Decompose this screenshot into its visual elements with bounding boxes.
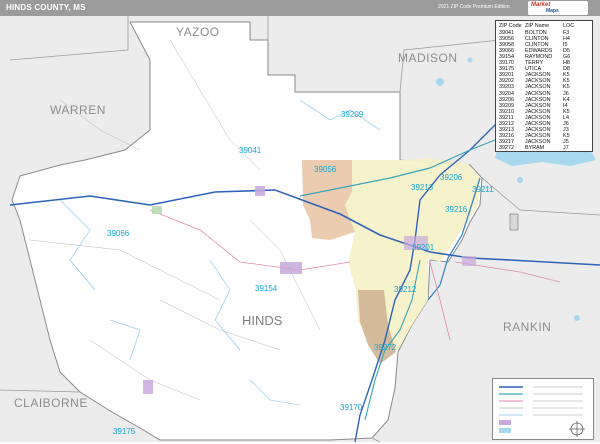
- zip-label: 39201: [412, 243, 435, 252]
- publisher-logo: Market Maps: [528, 1, 588, 15]
- map-edition: 2021 ZIP Code Premium Edition: [438, 4, 510, 10]
- zip-table-header-loc: LOC: [563, 23, 575, 29]
- zip-code-table: ZIP Code ZIP Name LOC 39041 BOLTON F3 39056…: [495, 20, 593, 152]
- raymond-town: [280, 262, 302, 274]
- lake: [436, 78, 444, 86]
- zip-name-cell: BYRAM: [525, 144, 545, 151]
- map-title: HINDS COUNTY, MS: [6, 3, 86, 12]
- county-label-madison: MADISON: [398, 51, 458, 65]
- airport: [509, 213, 519, 231]
- lake: [517, 177, 523, 183]
- county-label-yazoo: YAZOO: [176, 25, 220, 39]
- zip-label: 39154: [255, 284, 278, 293]
- county-label-claiborne: CLAIBORNE: [14, 396, 88, 410]
- zip-label: 39212: [394, 285, 417, 294]
- lake: [574, 315, 580, 321]
- zip-label: 39066: [107, 229, 130, 238]
- county-label-rankin: RANKIN: [503, 320, 551, 334]
- zip-table-header-zip: ZIP Code: [499, 23, 522, 29]
- legend-graphic: [499, 386, 585, 437]
- map-title-bar: HINDS COUNTY, MS 2021 ZIP Code Premium E…: [0, 0, 600, 16]
- zip-label: 39170: [340, 403, 363, 412]
- utica-town: [143, 380, 153, 394]
- zip-label: 39211: [472, 185, 494, 194]
- zip-label: 39272: [374, 343, 397, 352]
- county-label-warren: WARREN: [50, 103, 106, 117]
- zip-table-row: 39272 BYRAM J7: [496, 145, 592, 152]
- bolton-town: [255, 186, 265, 196]
- map-legend: [492, 378, 594, 440]
- zip-loc-cell: J7: [563, 144, 569, 151]
- zip-label: 39206: [440, 173, 463, 182]
- zip-table-header-name: ZIP Name: [525, 23, 550, 29]
- county-label-hinds: HINDS: [242, 313, 283, 328]
- zip-label: 39041: [239, 146, 262, 155]
- zip-label: 39213: [411, 183, 434, 192]
- zip-label: 39216: [445, 205, 468, 214]
- zip-code-cell: 39272: [499, 144, 514, 151]
- lake: [467, 57, 473, 63]
- zip-label: 39175: [113, 427, 136, 436]
- zip-label: 39056: [314, 165, 337, 174]
- edwards-town: [152, 206, 162, 214]
- logo-line-2: Maps: [546, 8, 559, 14]
- pearl-town: [462, 256, 476, 266]
- zip-label: 39209: [341, 110, 364, 119]
